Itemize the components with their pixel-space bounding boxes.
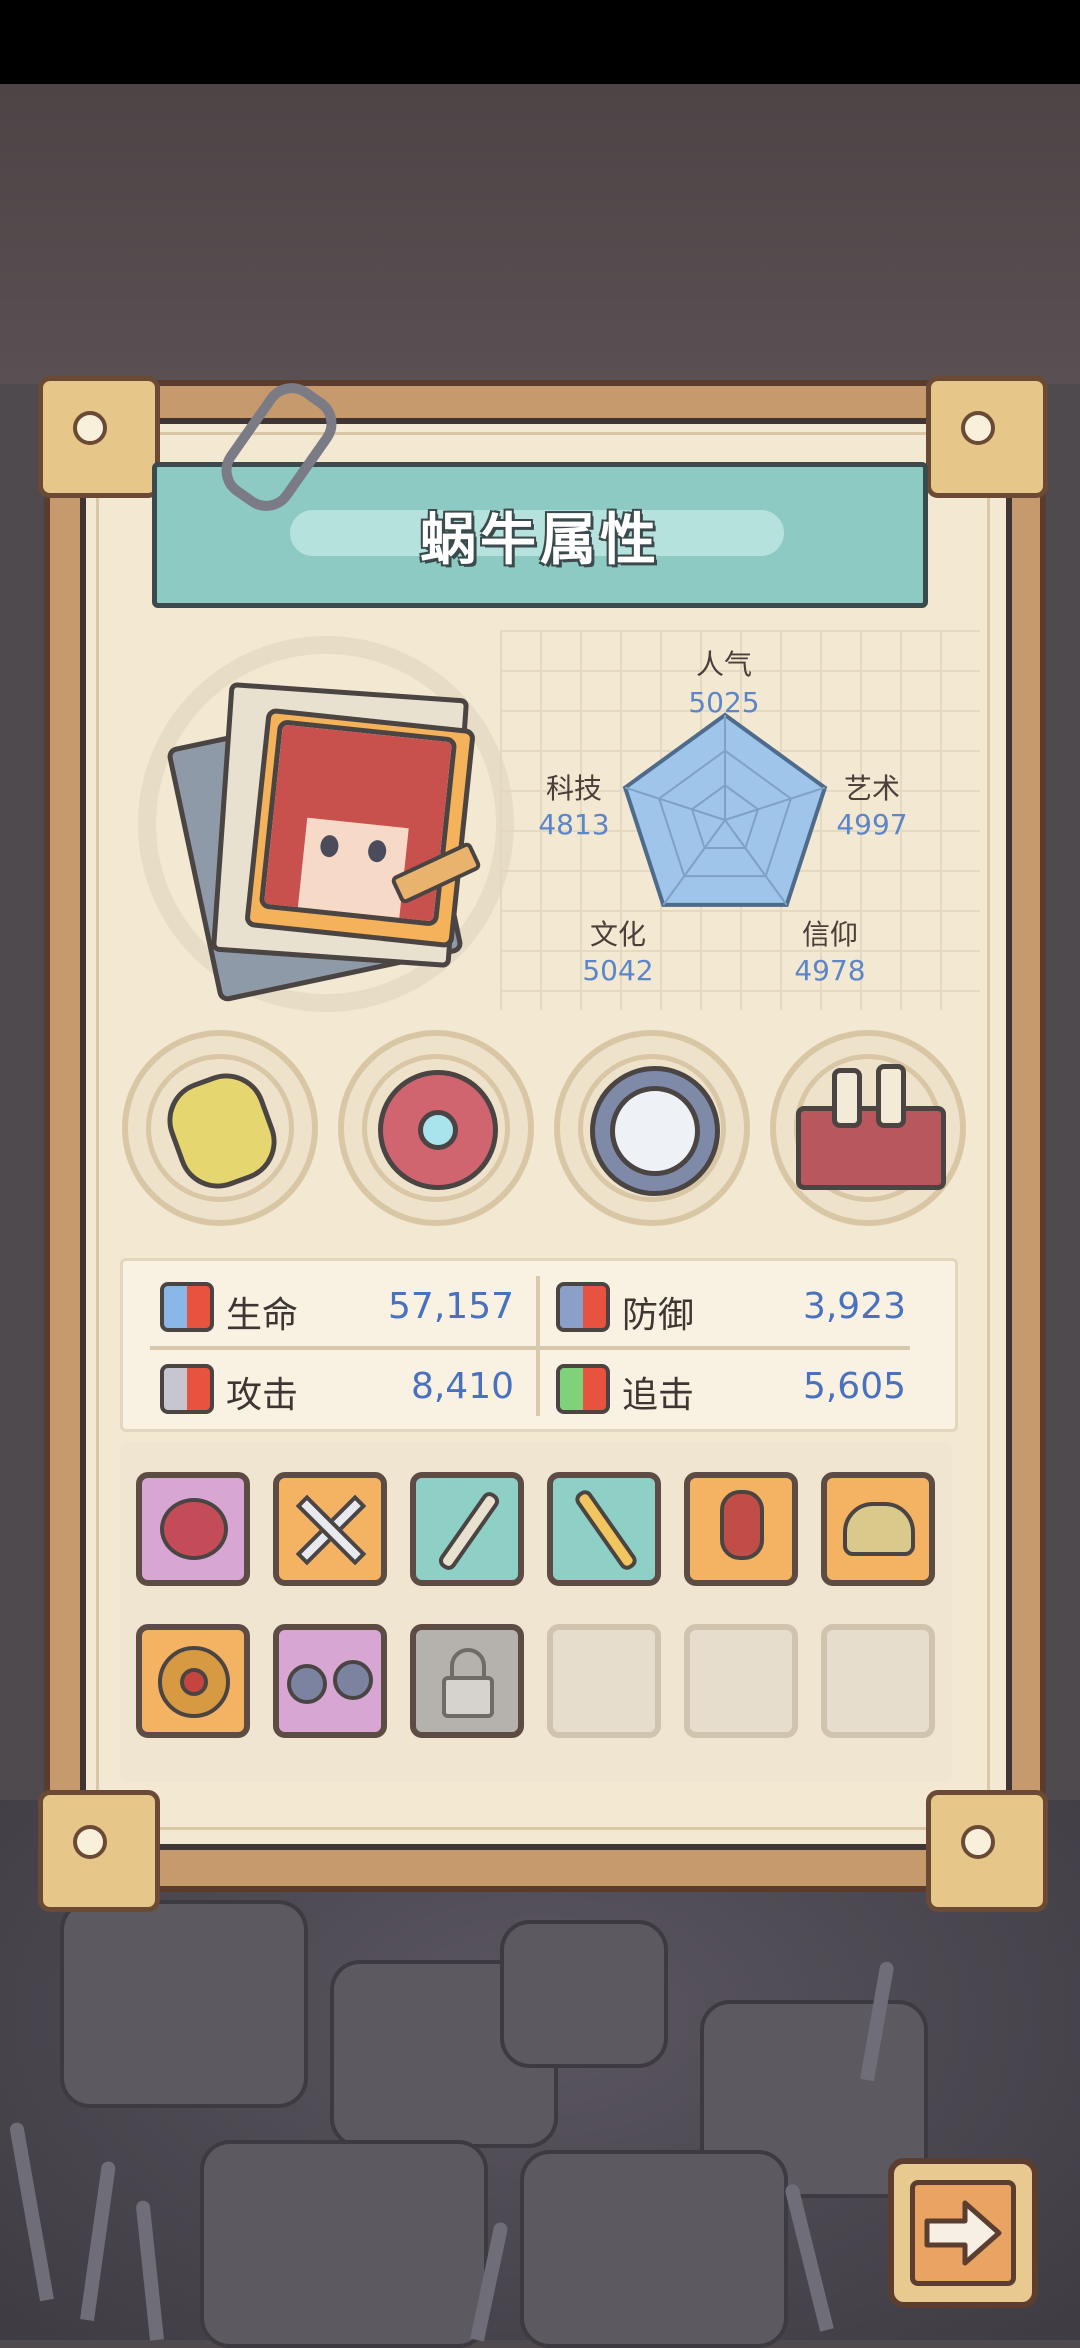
potion-crate-icon <box>796 1106 946 1190</box>
corner-bracket <box>38 1790 160 1912</box>
equip-slot-2[interactable] <box>273 1472 387 1586</box>
potion-bottle <box>876 1064 906 1128</box>
pursuit-label: 追击 <box>622 1375 695 1416</box>
defense-value: 3,923 <box>802 1286 906 1327</box>
equip-slot-1[interactable] <box>136 1472 250 1586</box>
background-top <box>0 84 1080 384</box>
stat-value-art: 4997 <box>836 808 908 841</box>
arrow-right-icon <box>924 2200 1002 2266</box>
chain-weapon-icon <box>160 1498 228 1560</box>
hp-label: 生命 <box>226 1295 299 1336</box>
stat-value-faith: 4978 <box>794 954 866 987</box>
equip-slot-6[interactable] <box>821 1472 935 1586</box>
next-button-face <box>910 2180 1016 2286</box>
stat-label-culture: 文化 <box>589 918 646 951</box>
potion-bottle <box>832 1068 862 1128</box>
rock <box>500 1920 668 2068</box>
stat-value-tech: 4813 <box>538 808 610 841</box>
lock-body <box>442 1676 494 1718</box>
ring-gem <box>180 1668 208 1696</box>
pursuit-value: 5,605 <box>802 1366 906 1407</box>
stat-label-tech: 科技 <box>545 772 602 805</box>
relic-slot-1[interactable] <box>122 1030 318 1226</box>
hair <box>263 784 311 918</box>
compass-face <box>610 1086 700 1176</box>
shield-icon <box>556 1282 610 1332</box>
winged-helmet-icon <box>843 1502 915 1556</box>
shell-gem <box>418 1110 458 1150</box>
armor-icon <box>720 1490 764 1560</box>
pursuit-icon <box>556 1364 610 1414</box>
blade-icon <box>572 1487 640 1573</box>
equip-slot-8[interactable] <box>273 1624 387 1738</box>
rock <box>520 2150 788 2348</box>
goggles-icon <box>287 1664 327 1704</box>
corner-bracket <box>926 376 1048 498</box>
equip-slot-3[interactable] <box>410 1472 524 1586</box>
relic-slot-4[interactable] <box>770 1030 966 1226</box>
divider <box>536 1276 540 1416</box>
equip-slot-7[interactable] <box>136 1624 250 1738</box>
hp-value: 57,157 <box>388 1286 514 1327</box>
relic-slot-3[interactable] <box>554 1030 750 1226</box>
attack-label: 攻击 <box>226 1375 299 1416</box>
equip-slot-5[interactable] <box>684 1472 798 1586</box>
radar-chart <box>622 712 828 907</box>
equip-slot-empty[interactable] <box>547 1624 661 1738</box>
equip-slot-4[interactable] <box>547 1472 661 1586</box>
character-portrait[interactable] <box>258 719 458 927</box>
stat-value-popularity: 5025 <box>688 686 760 719</box>
stat-label-art: 艺术 <box>843 772 900 805</box>
attack-value: 8,410 <box>410 1366 514 1407</box>
relic-slot-2[interactable] <box>338 1030 534 1226</box>
goggles-lens <box>333 1660 373 1700</box>
corner-bracket <box>38 376 160 498</box>
eye <box>319 834 340 859</box>
eye <box>367 839 388 864</box>
rock <box>200 2140 488 2348</box>
divider <box>150 1346 910 1350</box>
equip-slot-locked <box>410 1624 524 1738</box>
equip-slot-empty[interactable] <box>821 1624 935 1738</box>
hp-icon <box>160 1282 214 1332</box>
rock <box>60 1900 308 2108</box>
next-button[interactable] <box>888 2158 1038 2308</box>
defense-label: 防御 <box>622 1295 695 1336</box>
equip-slot-empty[interactable] <box>684 1624 798 1738</box>
corner-bracket <box>926 1790 1048 1912</box>
sword-icon <box>160 1364 214 1414</box>
status-bar <box>0 0 1080 84</box>
horn-staff-icon <box>435 1488 503 1574</box>
stat-label-popularity: 人气 <box>695 648 752 681</box>
stat-label-faith: 信仰 <box>801 918 858 951</box>
stat-value-culture: 5042 <box>582 954 654 987</box>
